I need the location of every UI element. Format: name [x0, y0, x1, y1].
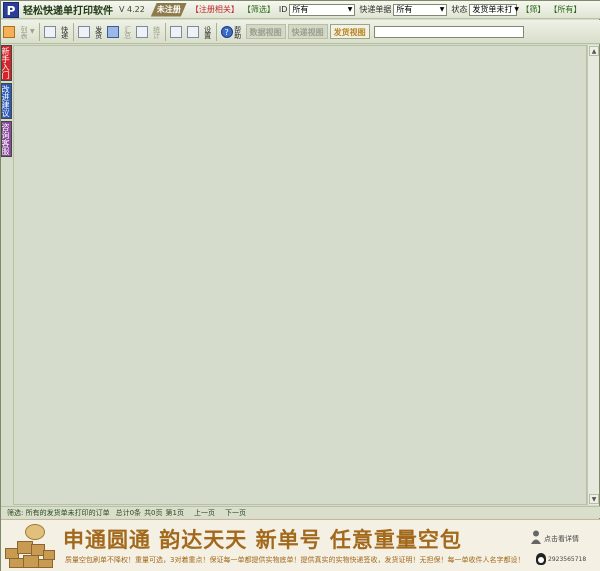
chevron-down-icon: ▼ — [30, 28, 35, 35]
boxes-illustration — [5, 524, 55, 569]
scroll-up-icon[interactable]: ▲ — [589, 46, 599, 56]
print-button[interactable] — [42, 21, 59, 43]
registration-status-badge[interactable]: 未注册 — [151, 3, 187, 17]
app-version: V 4.22 — [119, 5, 145, 14]
register-link[interactable]: 【注册相关】 — [191, 4, 239, 15]
box-icon — [38, 559, 53, 568]
qq-penguin-icon — [536, 553, 546, 565]
window-icon — [135, 25, 148, 38]
help-icon: ? — [220, 25, 233, 38]
toolbar-separator — [215, 22, 217, 41]
new-icon — [3, 25, 15, 38]
side-tab-suggestions[interactable]: 改进建议 — [1, 83, 12, 119]
chevron-down-icon: ▼ — [347, 5, 353, 13]
side-tab-getting-started[interactable]: 新手入门 — [1, 45, 12, 81]
waybill-label: 快递单据 — [359, 5, 392, 14]
status-select[interactable]: 发货单未打 ▼ — [469, 3, 519, 16]
settings-button[interactable]: 设置 — [202, 21, 214, 43]
box-icon — [23, 555, 39, 568]
app-logo: P — [3, 1, 19, 18]
status-pages: 共0页 — [144, 508, 163, 517]
express-button[interactable]: 快递 — [59, 21, 71, 43]
status-label: 状态 — [451, 5, 468, 14]
query-button[interactable] — [134, 21, 151, 43]
filter-link[interactable]: 【筛选】 — [243, 4, 275, 15]
search-input[interactable] — [373, 25, 524, 38]
waybill-select[interactable]: 所有 ▼ — [393, 3, 448, 16]
list-button[interactable]: 列表 ▼ — [18, 21, 37, 43]
list-label: 列表 — [20, 25, 28, 38]
toolbar-separator — [38, 22, 40, 41]
id-select[interactable]: 所有 ▼ — [289, 3, 356, 16]
person-icon — [531, 530, 541, 544]
scroll-down-icon[interactable]: ▼ — [589, 494, 599, 504]
id-label: ID — [278, 5, 288, 14]
banner-headline: 申通圆通 韵达天天 新单号 任意重量空包 — [63, 528, 462, 552]
tools-icon — [186, 25, 199, 38]
new-button[interactable] — [1, 21, 18, 43]
status-current-page: 第1页 — [165, 508, 184, 517]
status-filter-text: 筛选: 所有的发货单未打印的订单 — [7, 508, 110, 517]
box-icon — [9, 558, 24, 568]
printer-icon — [43, 25, 56, 38]
title-bar: P 轻松快递单打印软件 V 4.22 未注册 【注册相关】 【筛选】 ID 所有… — [1, 1, 600, 19]
toolbar-separator — [164, 22, 166, 41]
side-tabs: 新手入门 改进建议 咨询客服 — [1, 45, 12, 159]
globe-icon — [25, 524, 45, 540]
toolbar: 列表 ▼ 快递 发货 汇总 统计 设置 ? 帮助 数据视图 快递视图 发货视图 — [1, 20, 600, 44]
help-label: 帮助 — [233, 25, 242, 38]
app-title: 轻松快递单打印软件 — [23, 6, 113, 17]
id-select-value: 所有 — [292, 4, 309, 14]
stats-button[interactable]: 统计 — [151, 21, 163, 43]
main-content-area[interactable] — [13, 45, 587, 505]
vertical-scrollbar[interactable]: ▲ ▼ — [587, 45, 599, 505]
banner-subtext: 质量空包刷单不降权！重量可选，3对着重点！保证每一单都提供实物底单！提供真实的实… — [65, 556, 525, 564]
print-invoice-button[interactable] — [76, 21, 93, 43]
chevron-down-icon: ▼ — [439, 5, 445, 13]
chevron-down-icon: ▼ — [514, 5, 519, 13]
summary-label: 汇总 — [123, 25, 132, 38]
settings-label: 设置 — [203, 25, 212, 38]
summary-button[interactable]: 汇总 — [122, 21, 134, 43]
next-page-link[interactable]: 下一页 — [225, 508, 246, 518]
show-all-link[interactable]: 【所有】 — [549, 4, 581, 15]
ad-banner[interactable]: 申通圆通 韵达天天 新单号 任意重量空包 质量空包刷单不降权！重量可选，3对着重… — [1, 519, 600, 571]
status-bar: 筛选: 所有的发货单未打印的订单 总计0条 共0页 第1页 上一页 下一页 — [1, 506, 600, 518]
help-button[interactable]: ? 帮助 — [219, 21, 244, 43]
details-link[interactable]: 点击看详情 — [544, 534, 579, 544]
list-icon — [106, 25, 119, 38]
tab-data-view[interactable]: 数据视图 — [245, 24, 286, 39]
tab-express-view[interactable]: 快递视图 — [287, 24, 328, 39]
express-label: 快递 — [60, 25, 69, 38]
toolbar-separator — [72, 22, 74, 41]
qq-number: 2923565718 — [548, 556, 587, 563]
list-view-button[interactable] — [105, 21, 122, 43]
side-tab-support[interactable]: 咨询客服 — [1, 121, 12, 157]
tools-button[interactable] — [185, 21, 202, 43]
prev-page-link[interactable]: 上一页 — [194, 508, 215, 518]
stats-label: 统计 — [152, 25, 161, 38]
printer-icon — [77, 25, 90, 38]
filter-small-link[interactable]: 【筛】 — [521, 4, 545, 15]
export-icon — [169, 25, 182, 38]
ship-label: 发货 — [94, 25, 103, 38]
tab-shipping-view[interactable]: 发货视图 — [329, 24, 370, 39]
waybill-select-value: 所有 — [396, 4, 413, 14]
export-button[interactable] — [168, 21, 185, 43]
status-select-value: 发货单未打 — [472, 4, 513, 14]
app-window: P 轻松快递单打印软件 V 4.22 未注册 【注册相关】 【筛选】 ID 所有… — [0, 0, 600, 571]
ship-button[interactable]: 发货 — [93, 21, 105, 43]
status-total: 总计0条 — [115, 508, 142, 517]
